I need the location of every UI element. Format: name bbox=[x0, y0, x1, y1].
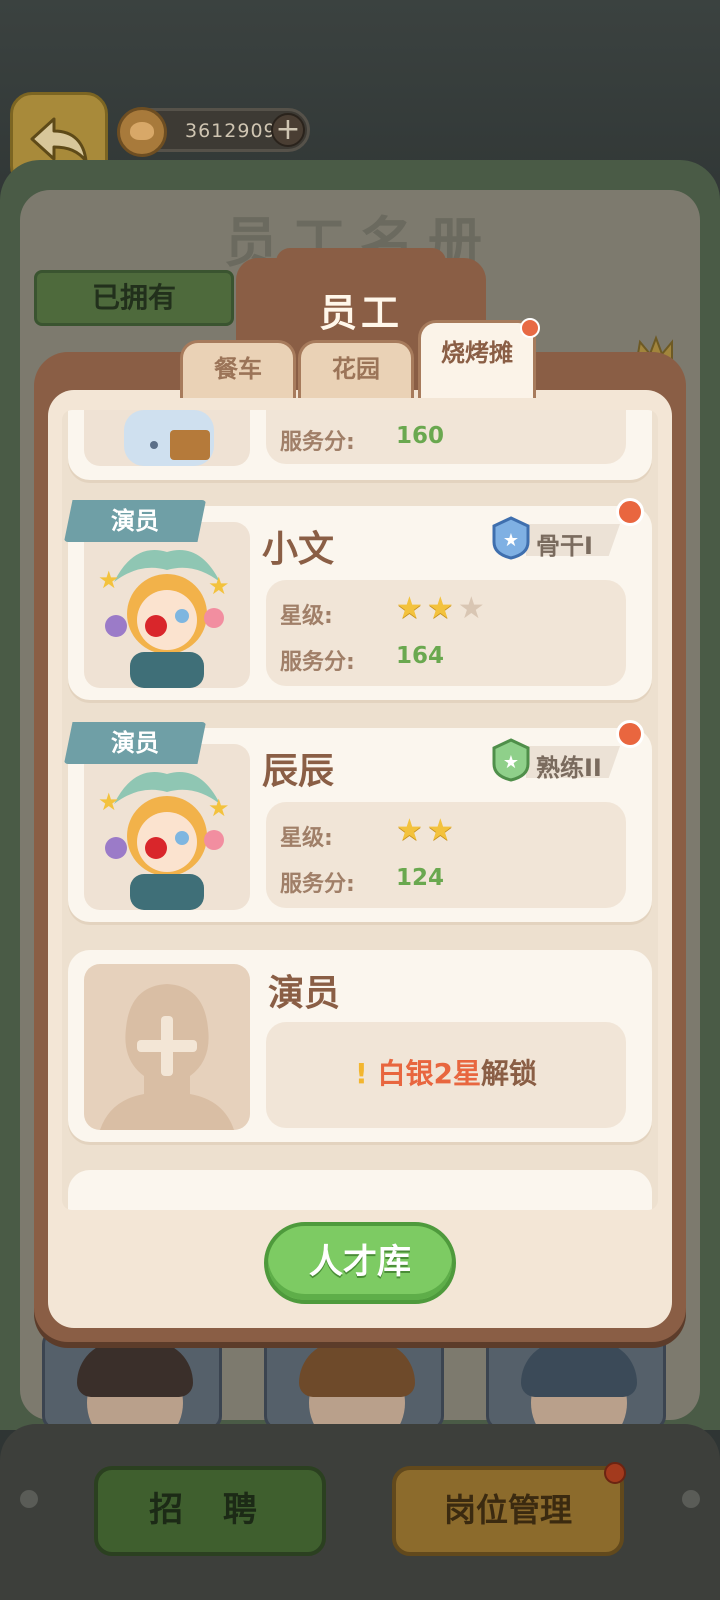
star-rating: ★ ★ ★ bbox=[396, 594, 489, 624]
svg-text:★: ★ bbox=[208, 572, 230, 600]
svg-text:★: ★ bbox=[98, 566, 120, 594]
role-ribbon: 演员 bbox=[64, 500, 206, 542]
employee-name: 辰辰 bbox=[262, 751, 335, 792]
notification-dot bbox=[520, 318, 540, 338]
employee-card[interactable]: ★ ★ 演员 小文 ★ 骨干I 星级: ★ ★ ★ 服务分: 164 bbox=[64, 498, 652, 700]
green-medal-icon: ★ bbox=[492, 738, 530, 782]
add-currency-button[interactable]: + bbox=[271, 113, 305, 147]
role-ribbon: 演员 bbox=[64, 722, 206, 764]
star-icon: ★ bbox=[457, 591, 485, 626]
background-portrait bbox=[42, 1330, 222, 1430]
rank-badge: ★ 熟练II bbox=[490, 738, 620, 782]
decor-dot bbox=[20, 1490, 38, 1508]
employee-card[interactable]: ★ ★ 演员 辰辰 ★ 熟练II 星级: ★ ★ 服务分: 124 bbox=[64, 720, 652, 922]
employee-portrait: ★ ★ bbox=[84, 522, 250, 688]
tab-food-truck[interactable]: 餐车 bbox=[180, 340, 296, 398]
paw-coin-icon bbox=[117, 107, 167, 157]
rank-text: 熟练II bbox=[536, 754, 602, 782]
employee-portrait bbox=[84, 410, 250, 466]
star-icon: ★ bbox=[396, 591, 423, 626]
employee-list[interactable]: 服务分: 160 ★ ★ 演员 小文 ★ 骨干I 星级: ★ ★ ★ 服务分: … bbox=[62, 410, 658, 1210]
unlock-box: ! 白银2星解锁 bbox=[266, 1022, 626, 1128]
star-icon: ★ bbox=[396, 813, 423, 848]
stat-box: 星级: ★ ★ ★ 服务分: 164 bbox=[266, 580, 626, 686]
notification-dot bbox=[616, 498, 644, 526]
locked-role-name: 演员 bbox=[268, 973, 341, 1014]
star-icon: ★ bbox=[426, 591, 454, 626]
locked-slot-card[interactable]: 演员 ! 白银2星解锁 bbox=[68, 950, 652, 1142]
decor-dot bbox=[682, 1490, 700, 1508]
stat-box: 服务分: 160 bbox=[266, 410, 626, 464]
employee-card[interactable] bbox=[68, 1170, 652, 1210]
tab-bbq-stall[interactable]: 烧烤摊 bbox=[418, 320, 536, 398]
post-management-button[interactable]: 岗位管理 bbox=[392, 1466, 624, 1556]
unlock-highlight: 白银2星 bbox=[377, 1057, 481, 1090]
employee-portrait: ★ ★ bbox=[84, 744, 250, 910]
employee-card[interactable]: 服务分: 160 bbox=[68, 410, 652, 480]
star-rating: ★ ★ bbox=[396, 816, 458, 846]
svg-text:★: ★ bbox=[503, 752, 519, 773]
service-label: 服务分: bbox=[280, 650, 355, 675]
service-label: 服务分: bbox=[280, 872, 355, 897]
notification-dot bbox=[604, 1462, 626, 1484]
back-arrow-icon bbox=[30, 117, 88, 163]
currency-amount: 3612909 bbox=[185, 120, 277, 142]
employee-name: 小文 bbox=[262, 529, 335, 570]
star-label: 星级: bbox=[280, 604, 333, 629]
unlock-suffix: 解锁 bbox=[481, 1057, 538, 1090]
background-portrait bbox=[486, 1330, 666, 1430]
currency-bar: 3612909 + bbox=[117, 107, 310, 157]
stat-box: 星级: ★ ★ 服务分: 124 bbox=[266, 802, 626, 908]
recruit-button[interactable]: 招 聘 bbox=[94, 1466, 326, 1556]
service-score: 124 bbox=[396, 865, 445, 891]
star-icon: ★ bbox=[426, 813, 454, 848]
blue-medal-icon: ★ bbox=[492, 516, 530, 560]
exclamation-icon: ! bbox=[354, 1057, 368, 1090]
svg-text:★: ★ bbox=[98, 788, 120, 816]
rank-badge: ★ 骨干I bbox=[490, 516, 620, 560]
service-score: 160 bbox=[396, 423, 445, 449]
owned-tab[interactable]: 已拥有 bbox=[34, 270, 234, 326]
unlock-requirement: ! 白银2星解锁 bbox=[266, 1052, 626, 1092]
talent-pool-button[interactable]: 人才库 bbox=[264, 1222, 456, 1304]
tab-garden[interactable]: 花园 bbox=[298, 340, 414, 398]
service-label: 服务分: bbox=[280, 430, 355, 455]
silhouette-icon bbox=[100, 984, 234, 1130]
background-portrait bbox=[264, 1330, 444, 1430]
notification-dot bbox=[616, 720, 644, 748]
locked-portrait bbox=[84, 964, 250, 1130]
svg-text:★: ★ bbox=[503, 530, 519, 551]
service-score: 164 bbox=[396, 643, 445, 669]
rank-text: 骨干I bbox=[536, 532, 593, 560]
star-label: 星级: bbox=[280, 826, 333, 851]
svg-text:★: ★ bbox=[208, 794, 230, 822]
